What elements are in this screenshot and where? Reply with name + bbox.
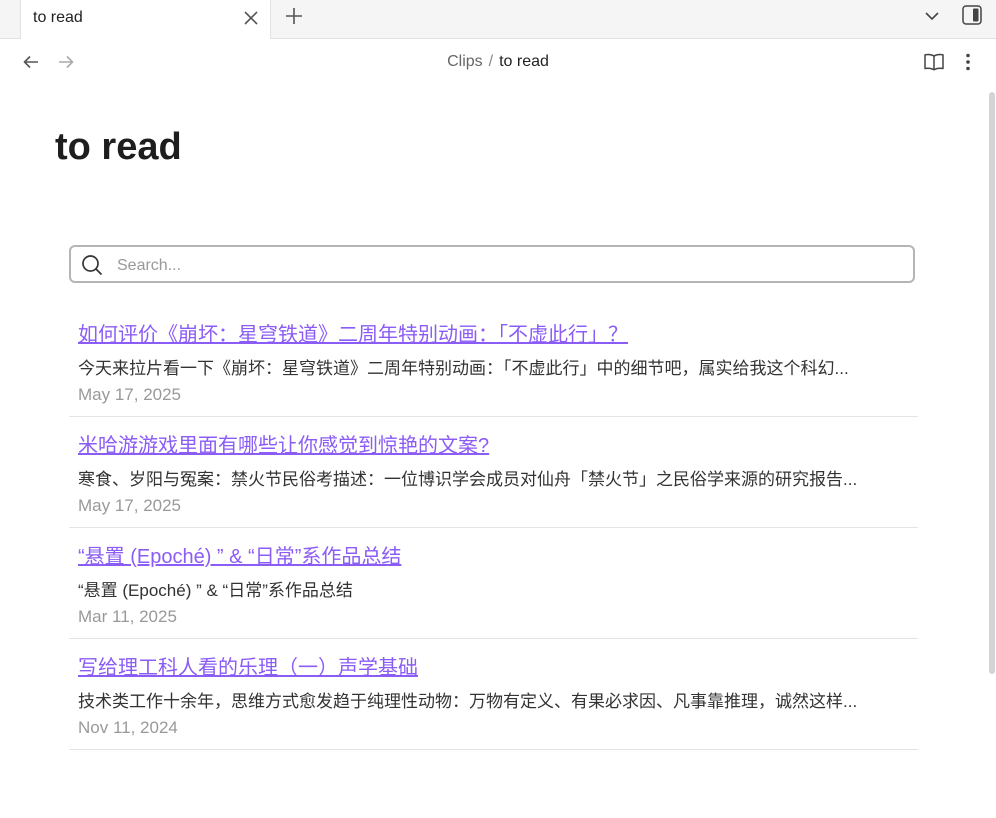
- more-vertical-icon[interactable]: [964, 52, 972, 72]
- item-excerpt: “悬置 (Epoché) ” & “日常”系作品总结: [78, 581, 353, 600]
- item-excerpt: 技术类工作十余年，思维方式愈发趋于纯理性动物：万物有定义、有果必求因、凡事靠推理…: [78, 692, 858, 711]
- clip-list: 如何评价《崩坏：星穹铁道》二周年特别动画：「不虚此行」？ 今天来拉片看一下《崩坏…: [69, 306, 918, 750]
- search-input[interactable]: [115, 253, 899, 279]
- list-item: 写给理工科人看的乐理（一）声学基础 技术类工作十余年，思维方式愈发趋于纯理性动物…: [69, 639, 918, 750]
- view-header: Clips / to read: [0, 40, 996, 86]
- breadcrumb-parent[interactable]: Clips: [447, 53, 483, 70]
- item-title-link[interactable]: “悬置 (Epoché) ” & “日常”系作品总结: [78, 540, 908, 569]
- item-title-link[interactable]: 写给理工科人看的乐理（一）声学基础: [78, 651, 908, 680]
- item-date: Nov 11, 2024: [78, 718, 178, 737]
- item-date: Mar 11, 2025: [78, 607, 177, 626]
- tab-bar: to read: [0, 0, 996, 39]
- item-date: May 17, 2025: [78, 385, 182, 404]
- list-item: 如何评价《崩坏：星穹铁道》二周年特别动画：「不虚此行」？ 今天来拉片看一下《崩坏…: [69, 306, 918, 417]
- scrollbar-thumb[interactable]: [989, 92, 995, 674]
- close-icon[interactable]: [242, 9, 260, 27]
- item-title-link[interactable]: 如何评价《崩坏：星穹铁道》二周年特别动画：「不虚此行」？: [78, 318, 908, 347]
- search-box[interactable]: [69, 245, 915, 283]
- sidebar-toggle-icon[interactable]: [961, 4, 983, 26]
- search-icon: [82, 255, 103, 276]
- list-item: “悬置 (Epoché) ” & “日常”系作品总结 “悬置 (Epoché) …: [69, 528, 918, 639]
- chevron-down-icon[interactable]: [923, 7, 941, 25]
- item-date: May 17, 2025: [78, 496, 182, 515]
- book-open-icon[interactable]: [923, 52, 945, 72]
- item-excerpt: 今天来拉片看一下《崩坏：星穹铁道》二周年特别动画：「不虚此行」中的细节吧，属实给…: [78, 359, 849, 378]
- list-item: 米哈游游戏里面有哪些让你感觉到惊艳的文案? 寒食、岁阳与冤案：禁火节民俗考描述：…: [69, 417, 918, 528]
- item-excerpt: 寒食、岁阳与冤案：禁火节民俗考描述：一位博识学会成员对仙舟「禁火节」之民俗学来源…: [78, 470, 858, 489]
- page-title: to read: [55, 126, 182, 168]
- breadcrumb-separator: /: [488, 53, 494, 70]
- tab-title: to read: [33, 9, 83, 26]
- breadcrumb-current[interactable]: to read: [499, 53, 549, 70]
- item-title-link[interactable]: 米哈游游戏里面有哪些让你感觉到惊艳的文案?: [78, 429, 908, 458]
- plus-icon[interactable]: [284, 6, 304, 26]
- tab-active[interactable]: to read: [20, 0, 271, 39]
- breadcrumb: Clips / to read: [0, 53, 996, 71]
